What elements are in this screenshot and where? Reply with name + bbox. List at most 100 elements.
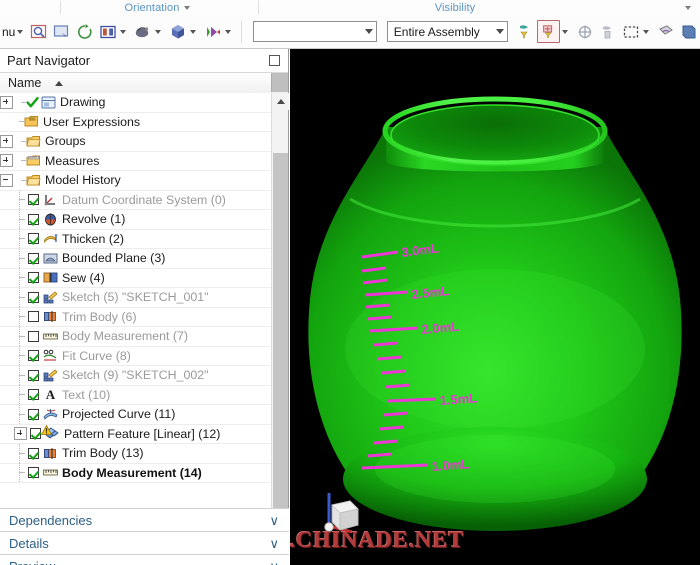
chevron-down-icon[interactable] — [190, 29, 197, 34]
layer-combo[interactable] — [253, 21, 377, 42]
feature-suppress-checkbox[interactable] — [28, 408, 39, 420]
measurement-icon — [42, 329, 59, 344]
toolbar-button-zoom-window[interactable] — [50, 19, 73, 45]
tree-row[interactable]: Revolve (1) — [0, 209, 272, 230]
tree-row[interactable]: Thicken (2) — [0, 229, 272, 249]
tree-row[interactable]: Model History — [0, 171, 272, 191]
tree-row[interactable]: Sketch (5) "SKETCH_001" — [0, 287, 272, 308]
tree-row[interactable]: User Expressions — [0, 113, 272, 132]
feature-suppress-checkbox[interactable] — [28, 467, 39, 479]
ribbon-group-visibility-caret-wrap[interactable] — [680, 0, 696, 15]
toolbar-button-show-and-hide[interactable] — [536, 19, 573, 45]
feature-suppress-checkbox[interactable] — [28, 447, 39, 459]
chevron-down-icon[interactable] — [364, 29, 373, 34]
feature-suppress-checkbox[interactable] — [28, 369, 39, 381]
section-dependencies[interactable]: Dependencies ∨ — [0, 508, 289, 531]
render-style-icon — [132, 21, 153, 42]
tree-row[interactable]: A Text (10) — [0, 385, 272, 405]
tree-row[interactable]: Sketch (9) "SKETCH_002" — [0, 365, 272, 386]
tree-row[interactable]: Drawing — [0, 93, 272, 113]
feature-suppress-checkbox[interactable] — [28, 350, 39, 362]
chevron-down-icon[interactable] — [17, 29, 24, 34]
tree-row[interactable]: Fit Curve (8) — [0, 346, 272, 366]
toolbar-button-shaded-body[interactable] — [166, 19, 201, 45]
chevron-down-icon[interactable]: ∨ — [269, 560, 279, 565]
chevron-down-icon[interactable] — [685, 5, 691, 10]
toolbar-button-edit-section[interactable] — [654, 19, 677, 45]
ribbon-group-visibility[interactable]: Visibility — [300, 0, 610, 15]
tree-row[interactable]: Bounded Plane (3) — [0, 248, 272, 269]
tree-row-label: Measures — [45, 153, 100, 168]
tree-row[interactable]: Trim Body (6) — [0, 307, 272, 327]
edit-section-icon — [655, 21, 676, 42]
chevron-down-icon[interactable] — [495, 29, 504, 34]
chevron-down-icon[interactable] — [643, 29, 649, 34]
chevron-down-icon[interactable] — [225, 29, 232, 34]
chevron-down-icon[interactable]: ∨ — [269, 537, 279, 550]
ribbon-group-orientation[interactable]: Orientation — [60, 0, 255, 15]
tree-row[interactable]: Sew (4) — [0, 268, 272, 288]
toolbar-button-select-region[interactable] — [619, 19, 654, 45]
feature-suppress-checkbox[interactable] — [28, 233, 39, 245]
chevron-down-icon[interactable] — [562, 29, 568, 34]
expand-node-toggle[interactable] — [0, 134, 13, 148]
toolbar-button-orient-view[interactable] — [96, 19, 131, 45]
sort-ascending-icon[interactable] — [55, 80, 64, 86]
toolbar-button-render-style[interactable] — [131, 19, 166, 45]
section-details[interactable]: Details ∨ — [0, 531, 289, 554]
toolbar-button-hide[interactable] — [596, 19, 619, 45]
scroll-up-button[interactable] — [272, 93, 289, 110]
feature-suppress-checkbox[interactable] — [28, 311, 39, 323]
tree-row[interactable]: Pattern Feature [Linear] (12) — [0, 425, 272, 444]
toolbar-button-true-shading[interactable] — [201, 19, 236, 45]
tree-row[interactable]: Body Measurement (7) — [0, 326, 272, 347]
expand-node-toggle[interactable] — [0, 154, 13, 168]
menu-button-label[interactable]: nu — [2, 25, 15, 39]
feature-suppress-checkbox[interactable] — [28, 330, 39, 342]
toolbar-button-clip-section[interactable] — [677, 19, 700, 45]
chevron-down-icon[interactable] — [184, 5, 191, 10]
toolbar-button-rotate-view[interactable] — [73, 19, 96, 45]
section-preview[interactable]: Preview ∨ — [0, 554, 289, 565]
feature-suppress-checkbox[interactable] — [30, 428, 41, 440]
collapse-node-toggle[interactable] — [0, 173, 13, 187]
tree-row[interactable]: Projected Curve (11) — [0, 404, 272, 425]
tree-guide — [14, 326, 25, 346]
graphics-viewport[interactable]: 3.0mL 2.5mL 2.0mL 1.5mL 1.0mL BBS.CHINAD… — [290, 49, 700, 565]
feature-suppress-checkbox[interactable] — [28, 252, 39, 264]
expand-node-toggle[interactable] — [14, 427, 27, 441]
zoom-window-icon — [51, 21, 72, 42]
shaded-body-icon — [167, 21, 188, 42]
expand-node-toggle[interactable] — [0, 95, 13, 109]
toolbar-button-fit-view[interactable] — [27, 19, 50, 45]
status-ok-icon — [25, 95, 39, 109]
toolbar-button-show-hide[interactable] — [513, 19, 536, 45]
feature-suppress-checkbox[interactable] — [28, 194, 39, 206]
assembly-scope-combo[interactable]: Entire Assembly — [386, 21, 508, 42]
assembly-scope-value: Entire Assembly — [393, 24, 480, 39]
immediate-hide-icon — [574, 21, 595, 42]
chevron-down-icon[interactable] — [155, 29, 162, 34]
toolbar-button-immediate-hide[interactable] — [573, 19, 596, 45]
feature-suppress-checkbox[interactable] — [28, 389, 39, 401]
tree-row[interactable]: Measures — [0, 152, 272, 171]
tree-row-label: Trim Body (13) — [62, 446, 144, 461]
column-resize-grip[interactable] — [271, 73, 288, 92]
tree-row-label: Trim Body (6) — [62, 309, 137, 324]
tree-column-header[interactable]: Name — [0, 72, 288, 94]
section-dependencies-label: Dependencies — [9, 512, 93, 528]
feature-suppress-checkbox[interactable] — [28, 213, 39, 225]
vertical-scroll-thumb[interactable] — [273, 153, 288, 508]
part-navigator-tree[interactable]: Drawing User Expressions Groups Measures Mod… — [0, 93, 272, 532]
tree-row[interactable]: Groups — [0, 132, 272, 152]
feature-suppress-checkbox[interactable] — [28, 291, 39, 303]
tree-vertical-scrollbar[interactable] — [271, 93, 289, 532]
tree-row[interactable]: Datum Coordinate System (0) — [0, 190, 272, 210]
pin-panel-icon[interactable] — [269, 55, 280, 66]
chevron-down-icon[interactable]: ∨ — [269, 514, 279, 527]
chevron-down-icon[interactable] — [120, 29, 127, 34]
feature-suppress-checkbox[interactable] — [28, 272, 39, 284]
nx-application-window: Orientation Visibility nu Entire Assembl… — [0, 0, 700, 565]
tree-row[interactable]: Body Measurement (14) — [0, 463, 272, 483]
tree-row[interactable]: Trim Body (13) — [0, 443, 272, 464]
